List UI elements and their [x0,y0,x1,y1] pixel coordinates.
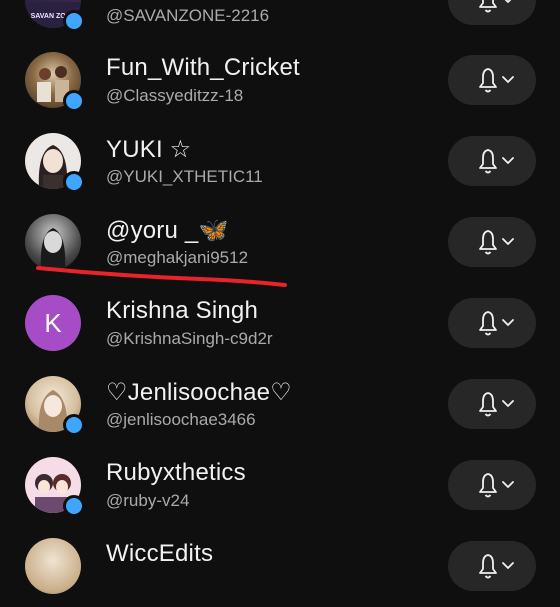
channel-handle: @SAVANZONE-2216 [106,6,270,25]
notification-settings-button[interactable] [448,136,536,186]
verified-dot [63,414,85,436]
channel-name[interactable]: Rubyxthetics [106,459,246,487]
channel-avatar[interactable] [25,538,81,594]
bell-icon [479,554,497,579]
notification-settings-button[interactable] [448,217,536,267]
channel-name[interactable]: YUKI ☆ [106,135,191,164]
channel-row[interactable]: SAVAN ZONE @SAVANZONE-2216 [0,0,560,41]
channel-name[interactable]: WiccEdits [106,540,213,568]
verified-dot [63,90,85,112]
channel-row[interactable]: K Krishna Singh @KrishnaSingh-c9d2r [0,283,560,364]
avatar-graphic [40,228,66,270]
channel-row[interactable]: ♡Jenlisoochae♡ @jenlisoochae3466 [0,364,560,445]
notification-settings-button[interactable] [448,55,536,105]
chevron-down-icon [504,0,512,3]
notification-settings-button[interactable] [448,541,536,591]
subscriptions-list: SAVAN ZONE @SAVANZONE-2216 Fun_With_Cric… [0,0,560,594]
notification-settings-button[interactable] [448,379,536,429]
chevron-down-icon [502,76,514,83]
channel-row[interactable]: WiccEdits [0,526,560,607]
channel-avatar[interactable]: K [25,295,81,351]
channel-row[interactable]: @yoru _🦋 @meghakjani9512 [0,202,560,283]
notification-settings-button[interactable] [448,0,536,25]
bell-icon [479,311,497,336]
channel-handle: @ruby-v24 [106,491,190,510]
channel-name[interactable]: @yoru _🦋 [106,216,229,245]
channel-avatar[interactable] [25,214,81,270]
verified-dot [63,171,85,193]
chevron-down-icon [502,157,514,164]
bell-icon [479,230,497,255]
channel-handle: @meghakjani9512 [106,248,249,267]
channel-handle: @Classyeditzz-18 [106,86,244,105]
channel-name[interactable]: ♡Jenlisoochae♡ [106,378,292,407]
channel-row[interactable]: Rubyxthetics @ruby-v24 [0,445,560,526]
channel-row[interactable]: Fun_With_Cricket @Classyeditzz-18 [0,40,560,121]
channel-handle: @jenlisoochae3466 [106,410,256,429]
channel-handle: @YUKI_XTHETIC11 [106,167,263,186]
bell-icon [479,473,497,498]
notification-settings-button[interactable] [448,298,536,348]
bell-icon [479,0,497,13]
chevron-down-icon [502,481,514,488]
chevron-down-icon [502,400,514,407]
verified-dot [63,495,85,517]
channel-row[interactable]: YUKI ☆ @YUKI_XTHETIC11 [0,121,560,202]
channel-name[interactable]: Krishna Singh [106,297,258,325]
channel-handle: @KrishnaSingh-c9d2r [106,329,273,348]
avatar-letter: K [44,307,62,338]
bell-icon [479,68,497,93]
chevron-down-icon [502,238,514,245]
chevron-down-icon [502,319,514,326]
channel-name[interactable]: Fun_With_Cricket [106,54,300,82]
verified-dot [63,10,85,32]
chevron-down-icon [502,562,514,569]
notification-settings-button[interactable] [448,460,536,510]
bell-icon [479,392,497,417]
bell-icon [479,149,497,174]
